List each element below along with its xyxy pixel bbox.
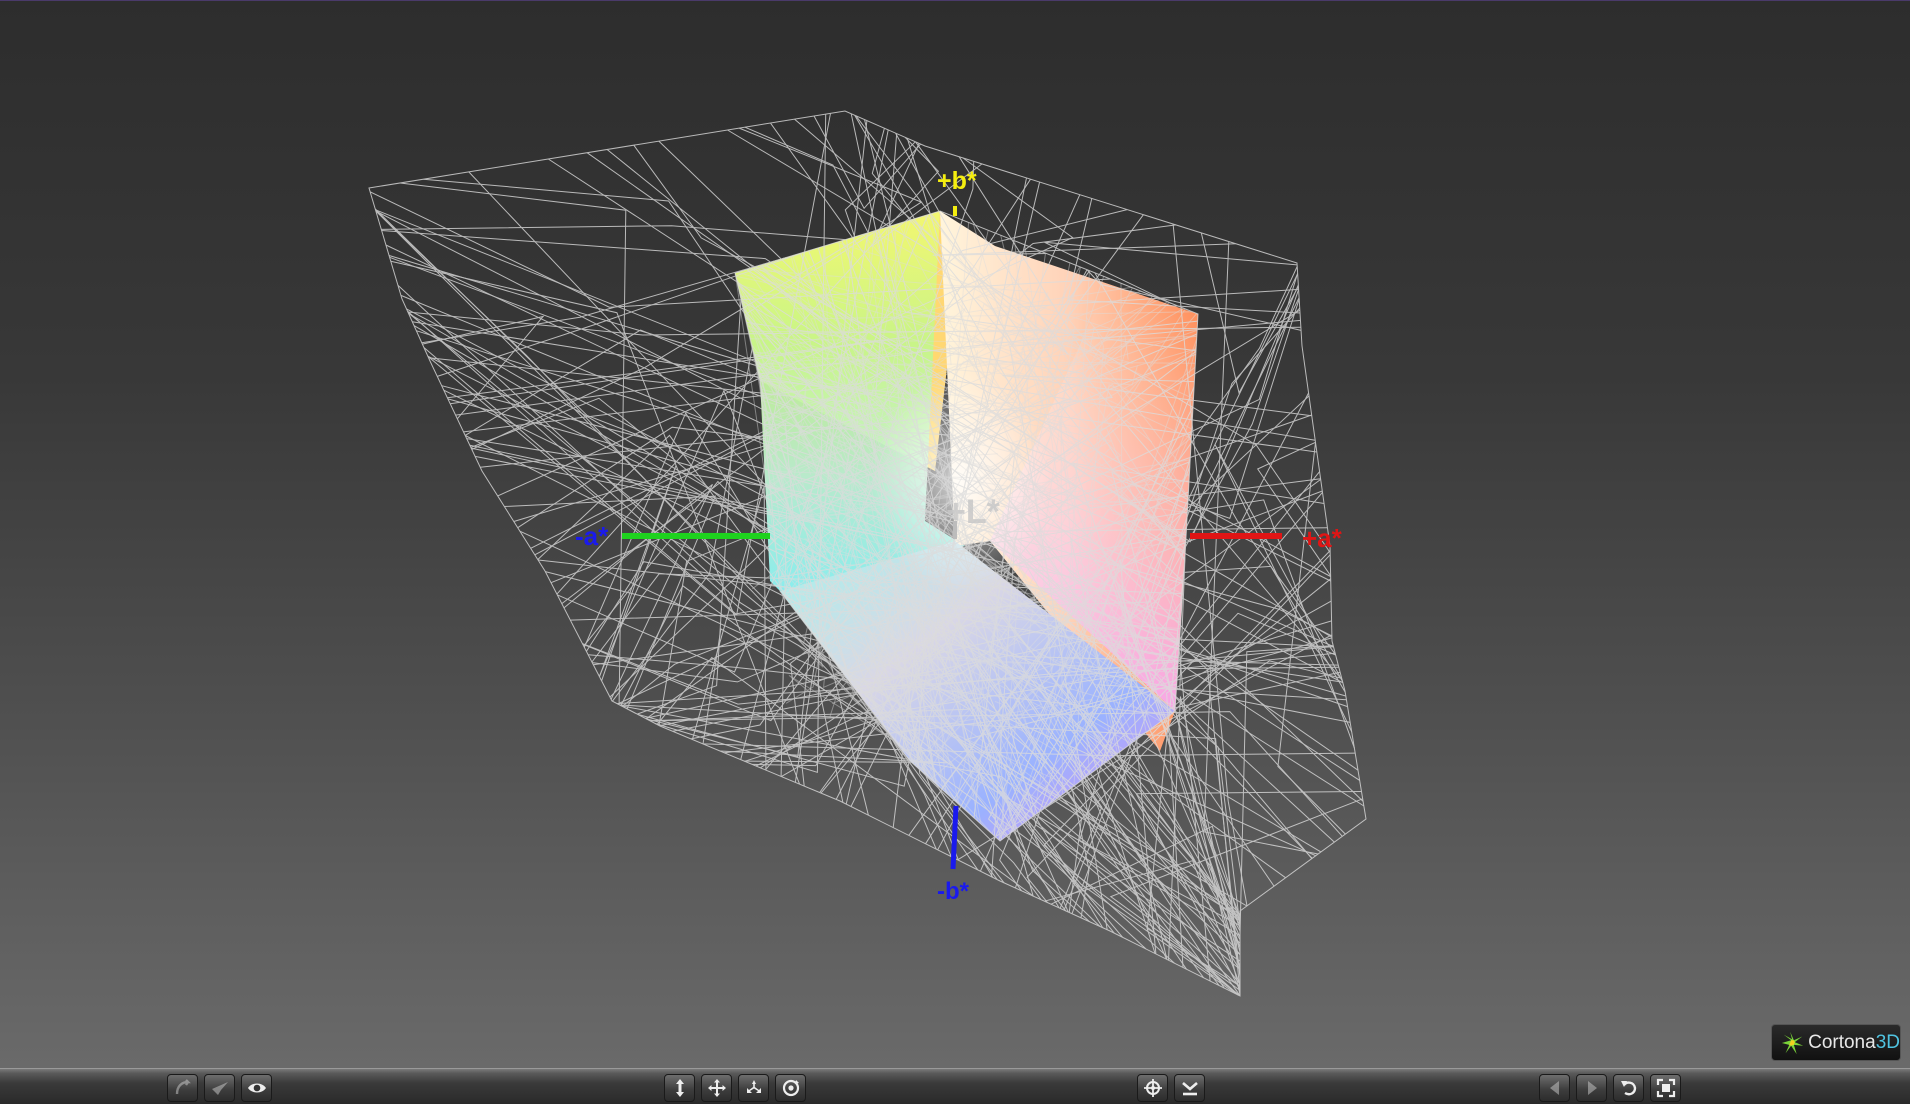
fly-icon xyxy=(746,1080,761,1093)
previous-viewpoint-icon xyxy=(1549,1081,1559,1095)
next-viewpoint-icon xyxy=(1587,1081,1597,1095)
fit-view-button[interactable] xyxy=(1650,1074,1681,1102)
pan-button[interactable] xyxy=(701,1074,732,1102)
restore-view-icon xyxy=(1620,1081,1636,1096)
fit-view-icon xyxy=(1656,1078,1675,1098)
b-negative-axis xyxy=(950,805,959,870)
cortona3d-logo[interactable]: Cortona 3D xyxy=(1771,1024,1901,1061)
color-gamut-scene: +b* -b* +a* -a* +L* xyxy=(368,110,1367,997)
view-mode-icon xyxy=(247,1083,266,1093)
examine-icon xyxy=(782,1079,799,1097)
restore-view-button[interactable] xyxy=(1613,1074,1644,1102)
pan-icon xyxy=(707,1079,726,1097)
plane-mode-button[interactable] xyxy=(204,1074,235,1102)
straighten-button[interactable] xyxy=(1174,1074,1205,1102)
previous-viewpoint-button[interactable] xyxy=(1539,1074,1570,1102)
walk-button[interactable] xyxy=(664,1074,695,1102)
cortona-logo-icon xyxy=(1781,1031,1804,1054)
viewer-toolbar xyxy=(0,1068,1910,1104)
3d-viewport[interactable]: +b* -b* +a* -a* +L* Cortona 3D xyxy=(0,0,1910,1068)
goto-button[interactable] xyxy=(1137,1074,1168,1102)
walk-icon xyxy=(675,1079,684,1097)
minus-a-label: -a* xyxy=(575,521,609,551)
examine-button[interactable] xyxy=(775,1074,806,1102)
navigation-mode-button[interactable] xyxy=(167,1074,198,1102)
logo-name: Cortona xyxy=(1808,1031,1876,1053)
minus-b-label: -b* xyxy=(937,878,970,905)
goto-icon xyxy=(1143,1079,1162,1097)
navigation-mode-icon xyxy=(175,1079,191,1095)
straighten-icon xyxy=(1181,1082,1198,1096)
view-mode-button[interactable] xyxy=(241,1074,272,1102)
plus-a-label: +a* xyxy=(1302,523,1343,553)
fly-button[interactable] xyxy=(738,1074,769,1102)
plus-l-label: +L* xyxy=(946,493,1001,531)
plane-mode-icon xyxy=(211,1082,228,1095)
next-viewpoint-button[interactable] xyxy=(1576,1074,1607,1102)
logo-suffix: 3D xyxy=(1875,1031,1900,1053)
plus-b-label: +b* xyxy=(937,167,977,195)
